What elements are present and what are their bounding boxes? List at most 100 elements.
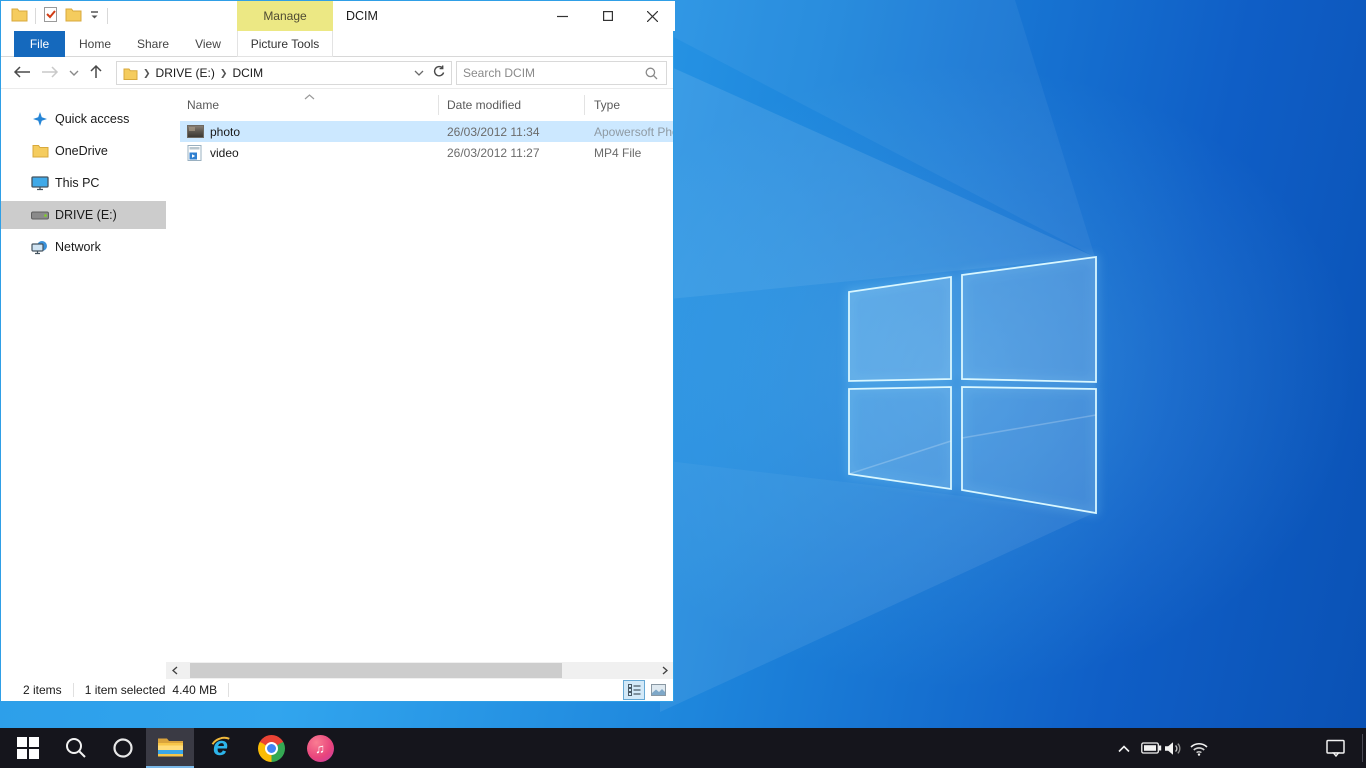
recent-locations-chevron-icon [69,69,79,77]
file-row-photo[interactable]: photo 26/03/2012 11:34 Apowersoft Pho [180,121,673,142]
thumbnails-view-button[interactable] [647,680,669,700]
forward-arrow-icon [41,65,59,79]
search-input[interactable] [457,66,645,80]
back-button[interactable] [13,65,31,82]
hidden-icons-chevron-icon [1117,744,1131,753]
address-breadcrumb-bar[interactable]: ❯ DRIVE (E:) ❯ DCIM [116,61,452,85]
taskbar-search-button[interactable] [56,728,96,768]
sidebar-item-network[interactable]: Network [1,233,166,261]
toolbar-divider [107,8,108,24]
status-bar: 2 items 1 item selected 4.40 MB [1,679,673,701]
customize-toolbar-chevron-icon[interactable] [89,9,100,24]
address-bar-row: ❯ DRIVE (E:) ❯ DCIM [1,57,673,89]
onedrive-folder-icon [31,144,49,158]
recent-locations-button[interactable] [69,66,79,80]
tab-picture-tools[interactable]: Picture Tools [237,31,333,57]
column-divider[interactable] [584,95,585,115]
minimize-icon [557,11,568,22]
this-pc-icon [31,176,49,191]
properties-check-icon[interactable] [43,6,58,26]
sidebar-item-label: Quick access [55,112,129,126]
ribbon-tab-row: File Home Share View Picture Tools ? [1,31,673,57]
refresh-icon [432,65,445,78]
up-button[interactable] [89,64,103,82]
video-file-icon [187,145,205,161]
taskbar-itunes-button[interactable]: ♫ [298,728,342,768]
minimize-button[interactable] [540,1,585,31]
volume-tray-button[interactable] [1160,728,1186,768]
quick-access-toolbar [11,6,108,26]
forward-button[interactable] [41,65,59,82]
details-view-button[interactable] [623,680,645,700]
sidebar-item-label: Network [55,240,101,254]
maximize-button[interactable] [585,1,630,31]
tab-file[interactable]: File [14,31,65,57]
horizontal-scrollbar[interactable] [166,662,673,679]
hidden-icons-button[interactable] [1112,728,1136,768]
taskbar: e ♫ [0,728,1366,768]
column-header-type[interactable]: Type [594,98,620,112]
tab-view[interactable]: View [183,31,233,57]
action-center-button[interactable] [1318,728,1354,768]
file-row-video[interactable]: video 26/03/2012 11:27 MP4 File [180,142,673,163]
chrome-icon [258,735,285,762]
column-divider[interactable] [438,95,439,115]
start-button[interactable] [8,728,48,768]
status-divider [228,683,229,697]
column-headers: Name Date modified Type [166,91,673,117]
file-date-modified: 26/03/2012 11:34 [447,125,540,139]
tab-home[interactable]: Home [69,31,121,57]
status-divider [73,683,74,697]
toolbar-divider [35,8,36,24]
close-button[interactable] [630,1,675,31]
window-title: DCIM [346,9,378,23]
sidebar-item-quick-access[interactable]: Quick access [1,105,166,133]
selection-count: 1 item selected [85,683,166,697]
title-bar: Manage DCIM [1,1,673,31]
show-desktop-strip[interactable] [1362,734,1363,762]
file-date-modified: 26/03/2012 11:27 [447,146,540,160]
scroll-right-arrow-icon[interactable] [656,662,673,679]
search-icon[interactable] [645,67,666,80]
close-icon [647,11,658,22]
contextual-tab-group-manage: Manage [237,1,333,31]
refresh-button[interactable] [432,65,445,81]
back-arrow-icon [13,65,31,79]
sidebar-item-onedrive[interactable]: OneDrive [1,137,166,165]
address-dropdown-button[interactable] [414,66,424,80]
photo-thumbnail-icon [187,125,205,138]
sidebar-item-label: This PC [55,176,99,190]
sort-ascending-icon [304,89,315,103]
file-explorer-icon [157,736,184,758]
details-view-icon [628,684,641,696]
taskbar-chrome-button[interactable] [249,728,293,768]
wifi-icon [1189,741,1209,756]
breadcrumb-drive-e[interactable]: DRIVE (E:) [156,66,215,80]
tab-share[interactable]: Share [125,31,181,57]
selection-size: 4.40 MB [172,683,217,697]
cortana-circle-icon [112,737,134,759]
windows-logo-icon [17,737,39,759]
column-header-name[interactable]: Name [187,98,219,112]
breadcrumb-chevron-icon: ❯ [215,68,233,79]
column-header-date-modified[interactable]: Date modified [447,98,521,112]
taskbar-file-explorer-button[interactable] [146,728,194,768]
wifi-tray-button[interactable] [1186,728,1212,768]
sidebar-item-drive-e[interactable]: DRIVE (E:) [1,201,166,229]
maximize-icon [603,11,613,21]
chevron-down-icon [414,69,424,77]
network-icon [31,240,49,255]
sidebar-item-this-pc[interactable]: This PC [1,169,166,197]
navigation-pane: Quick access OneDrive This PC DRIVE (E:)… [1,89,166,662]
drive-icon [31,211,49,220]
scrollbar-thumb[interactable] [190,663,562,678]
new-folder-icon[interactable] [65,7,82,25]
scroll-left-arrow-icon[interactable] [166,662,183,679]
search-icon [65,737,87,759]
folder-icon[interactable] [11,7,28,25]
itunes-icon: ♫ [307,735,334,762]
breadcrumb-dcim[interactable]: DCIM [232,66,263,80]
sidebar-item-label: OneDrive [55,144,108,158]
cortana-button[interactable] [103,728,143,768]
taskbar-internet-explorer-button[interactable]: e [201,728,245,768]
